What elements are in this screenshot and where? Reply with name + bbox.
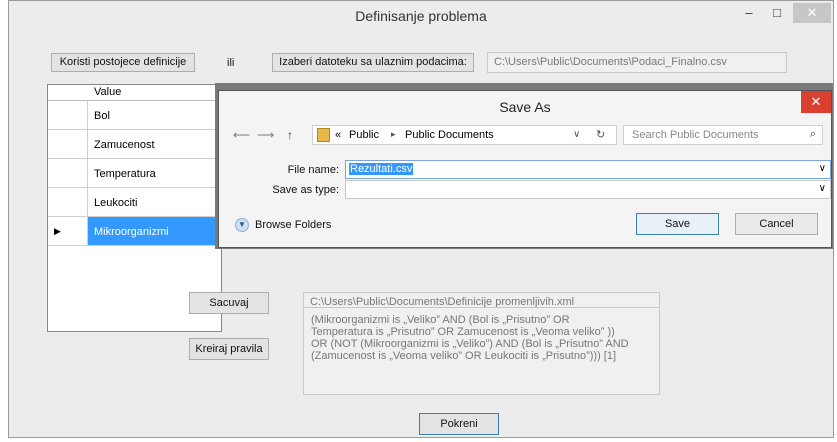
save-button[interactable]: Save [636, 213, 719, 235]
rules-line: OR (NOT (Mikroorganizmi is „Veliko”) AND… [311, 338, 629, 350]
path-public-documents[interactable]: Public Documents [405, 129, 494, 141]
save-as-type-select[interactable]: ∨ [345, 180, 831, 199]
forward-icon[interactable]: ⟶ [257, 128, 274, 142]
current-row-indicator-icon: ▶ [54, 226, 61, 236]
close-button[interactable]: ✕ [793, 3, 831, 23]
grid-row[interactable]: Bol [48, 101, 221, 130]
file-name-value: Rezultati.csv [349, 163, 414, 175]
path-prefix: « [335, 129, 342, 141]
row-header[interactable] [48, 159, 88, 187]
grid-cell[interactable]: Leukociti [88, 188, 221, 216]
create-rules-button[interactable]: Kreiraj pravila [189, 338, 269, 360]
address-bar[interactable]: « Public ▸ Public Documents ∨ ↻ [312, 125, 617, 145]
path-separator-icon: ▸ [391, 129, 396, 139]
grid-cell[interactable]: Mikroorganizmi [88, 217, 221, 245]
or-label: ili [227, 57, 235, 69]
value-column-header: Value [94, 86, 122, 98]
rules-line: (Zamucenost is „Veoma veliko” OR Leukoci… [311, 350, 617, 362]
file-name-label: File name: [287, 164, 339, 176]
chevron-down-icon[interactable]: ∨ [819, 183, 826, 194]
back-icon[interactable]: ⟵ [233, 128, 250, 142]
grid-cell[interactable]: Zamucenost [88, 130, 221, 158]
grid-row[interactable]: Zamucenost [48, 130, 221, 159]
row-header[interactable] [48, 130, 88, 158]
title-bar: Definisanje problema – □ ✕ [9, 1, 833, 35]
run-button[interactable]: Pokreni [419, 413, 499, 435]
grid-row-selected[interactable]: ▶ Mikroorganizmi [48, 217, 221, 246]
row-header[interactable] [48, 101, 88, 129]
chevron-down-icon[interactable]: ∨ [573, 129, 580, 140]
folder-icon [317, 128, 330, 142]
grid-header: Value [48, 85, 221, 101]
grid-row[interactable]: Temperatura [48, 159, 221, 188]
chevron-down-icon[interactable]: ∨ [819, 163, 826, 174]
row-header[interactable] [48, 188, 88, 216]
window-title: Definisanje problema [355, 8, 487, 24]
use-existing-definitions-button[interactable]: Koristi postojece definicije [51, 53, 195, 72]
refresh-icon[interactable]: ↻ [596, 128, 605, 141]
dialog-close-button[interactable]: ✕ [801, 91, 831, 113]
browse-folders-label[interactable]: Browse Folders [255, 219, 331, 231]
choose-input-file-button[interactable]: Izaberi datoteku sa ulaznim podacima: [272, 53, 474, 72]
search-input[interactable]: Search Public Documents ⌕ [623, 125, 823, 145]
save-definitions-button[interactable]: Sacuvaj [189, 292, 269, 314]
save-as-type-label: Save as type: [272, 184, 339, 196]
input-file-path: C:\Users\Public\Documents\Podaci_Finalno… [487, 52, 787, 73]
up-folder-icon[interactable]: ↑ [287, 128, 293, 142]
browse-folders-toggle-icon[interactable]: ▼ [235, 218, 249, 232]
file-name-field[interactable]: Rezultati.csv ∨ [345, 160, 831, 179]
dialog-title: Save As [499, 99, 551, 115]
rules-line: (Mikroorganizmi is „Veliko” AND (Bol is … [311, 314, 570, 326]
minimize-button[interactable]: – [736, 3, 762, 23]
search-icon: ⌕ [809, 128, 816, 140]
row-header[interactable]: ▶ [48, 217, 88, 245]
cancel-button[interactable]: Cancel [735, 213, 818, 235]
rules-textbox[interactable]: (Mikroorganizmi is „Veliko” AND (Bol is … [303, 307, 660, 395]
grid-row[interactable]: Leukociti [48, 188, 221, 217]
maximize-button[interactable]: □ [764, 3, 790, 23]
grid-cell[interactable]: Bol [88, 101, 221, 129]
path-public[interactable]: Public [349, 129, 379, 141]
save-as-dialog: Save As ✕ ⟵ ⟶ ↑ « Public ▸ Public Docume… [218, 90, 832, 248]
dialog-navigation-bar: ⟵ ⟶ ↑ « Public ▸ Public Documents ∨ ↻ Se… [219, 118, 831, 154]
search-placeholder: Search Public Documents [632, 129, 759, 141]
rules-line: Temperatura is „Prisutno” OR Zamucenost … [311, 326, 615, 338]
grid-cell[interactable]: Temperatura [88, 159, 221, 187]
